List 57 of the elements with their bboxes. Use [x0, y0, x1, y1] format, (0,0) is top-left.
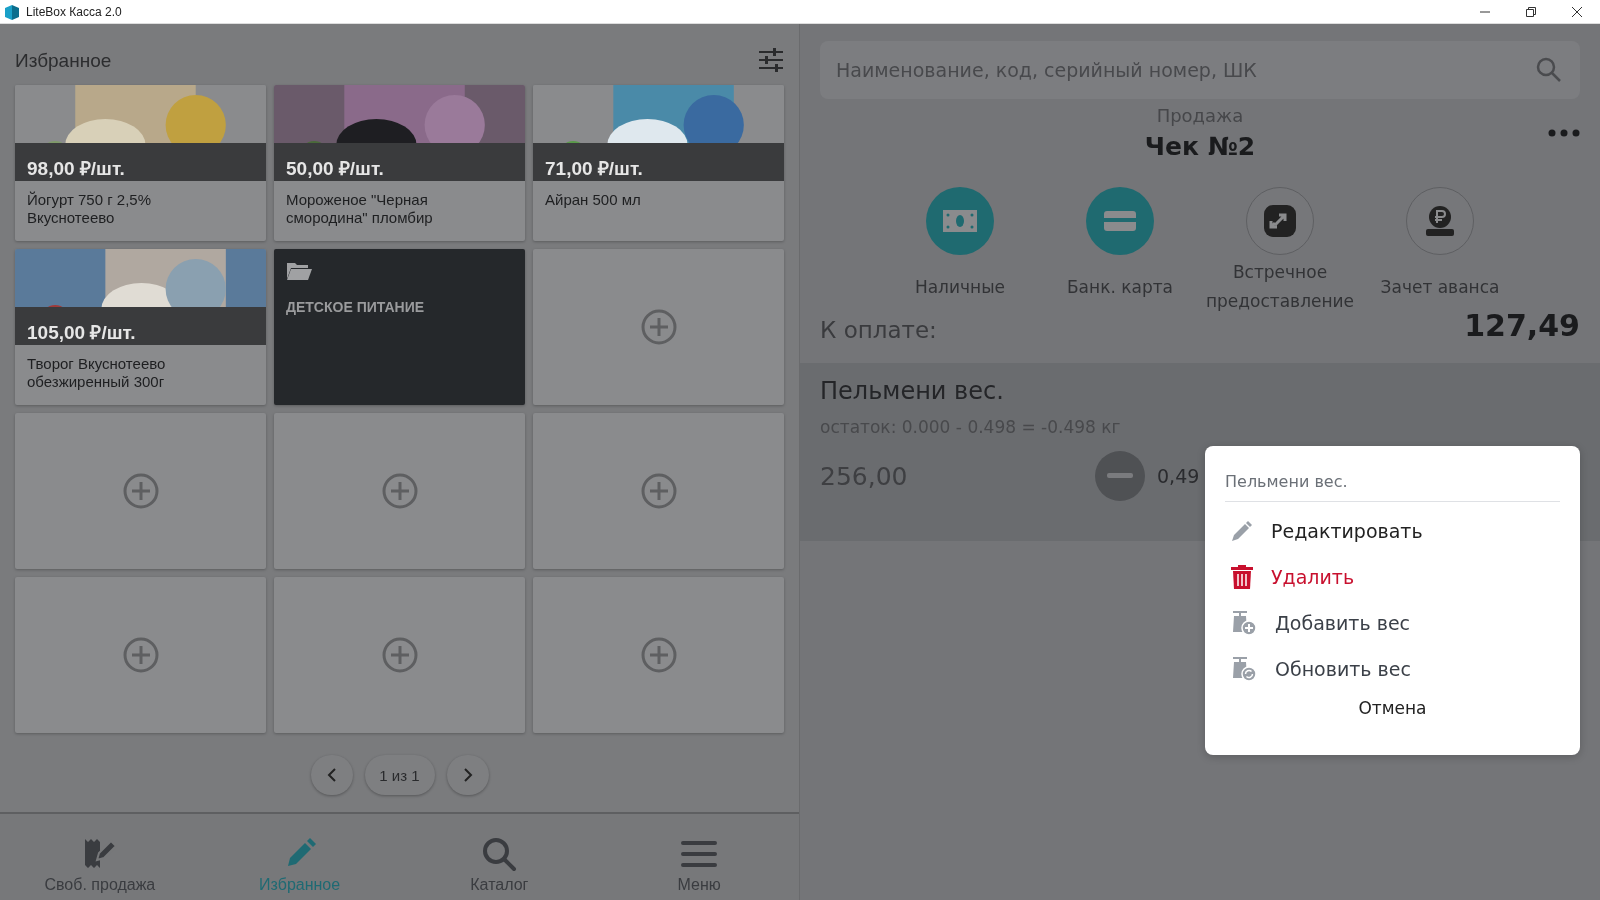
- folder-name: ДЕТСКОЕ ПИТАНИЕ: [286, 299, 426, 315]
- filter-settings-icon[interactable]: [758, 46, 784, 73]
- app-logo-icon: [4, 3, 20, 20]
- previous-page-button[interactable]: [310, 755, 353, 795]
- product-name: Мороженое "Черная смородина" пломбир: [285, 190, 434, 227]
- product-price: 98,00 ₽/шт.: [27, 157, 125, 181]
- scale-plus-icon: [1231, 610, 1257, 636]
- close-icon: [1572, 6, 1582, 17]
- cancel-button[interactable]: Отмена: [1348, 694, 1437, 722]
- product-price: 105,00 ₽/шт.: [27, 321, 136, 345]
- product-tile[interactable]: 105,00 ₽/шт. Творог Вкуснотеево обезжиренный 300г: [15, 249, 266, 405]
- minus-icon: [1107, 473, 1133, 479]
- add-icon[interactable]: [640, 473, 677, 509]
- amount-due: 127,49: [1464, 308, 1580, 343]
- folder-tile[interactable]: ДЕТСКОЕ ПИТАНИЕ: [274, 249, 525, 405]
- card-icon: [1104, 211, 1136, 231]
- receipt-title: Чек №2: [1144, 132, 1256, 161]
- product-name: Творог Вкуснотеево обезжиренный 300г: [26, 354, 167, 391]
- add-icon[interactable]: [640, 309, 677, 345]
- menu-item[interactable]: Редактировать: [1225, 508, 1560, 554]
- page-indicator: 1 из 1: [364, 755, 435, 795]
- product-tile[interactable]: 98,00 ₽/шт. Йогурт 750 г 2,5% Вкуснотеево: [15, 85, 266, 241]
- next-page-button[interactable]: [446, 755, 489, 795]
- chevron-left-icon: [326, 768, 337, 782]
- trash-icon: [1231, 565, 1253, 589]
- add-icon[interactable]: [381, 637, 418, 673]
- add-icon[interactable]: [381, 473, 418, 509]
- item-quantity: 0,49: [1157, 465, 1200, 487]
- banknote-icon: [943, 210, 977, 232]
- product-name: Айран 500 мл: [544, 190, 642, 209]
- product-tile[interactable]: 71,00 ₽/шт. Айран 500 мл: [533, 85, 784, 241]
- ruble-coin-icon: [1423, 205, 1457, 237]
- amount-due-label: К оплате:: [820, 317, 937, 343]
- chevron-right-icon: [462, 768, 473, 782]
- item-name: Пельмени вес.: [820, 377, 1005, 405]
- restore-icon: [1526, 6, 1536, 17]
- menu-title: Пельмени вес.: [1225, 466, 1560, 502]
- decrease-button[interactable]: [1095, 451, 1145, 501]
- more-options-icon[interactable]: [1548, 129, 1580, 137]
- product-name: Йогурт 750 г 2,5% Вкуснотеево: [26, 190, 152, 227]
- add-icon[interactable]: [122, 637, 159, 673]
- product-price: 50,00 ₽/шт.: [286, 157, 384, 181]
- add-icon[interactable]: [122, 473, 159, 509]
- folder-icon: [286, 261, 312, 281]
- search-icon: [481, 836, 518, 872]
- menu-item[interactable]: Удалить: [1225, 554, 1560, 600]
- scale-refresh-icon: [1231, 656, 1257, 682]
- add-icon[interactable]: [640, 637, 677, 673]
- exchange-icon: [1263, 204, 1297, 238]
- search-icon[interactable]: [1536, 57, 1562, 83]
- menu-item[interactable]: Обновить вес: [1225, 646, 1560, 692]
- product-tile[interactable]: 50,00 ₽/шт. Мороженое "Черная смородина" пломбир: [274, 85, 525, 241]
- pencil-icon: [1231, 520, 1253, 542]
- product-price: 71,00 ₽/шт.: [545, 157, 643, 181]
- window-title: LiteBox Касса 2.0: [26, 4, 123, 19]
- section-title: Избранное: [15, 49, 112, 72]
- menu-item[interactable]: Добавить вес: [1225, 600, 1560, 646]
